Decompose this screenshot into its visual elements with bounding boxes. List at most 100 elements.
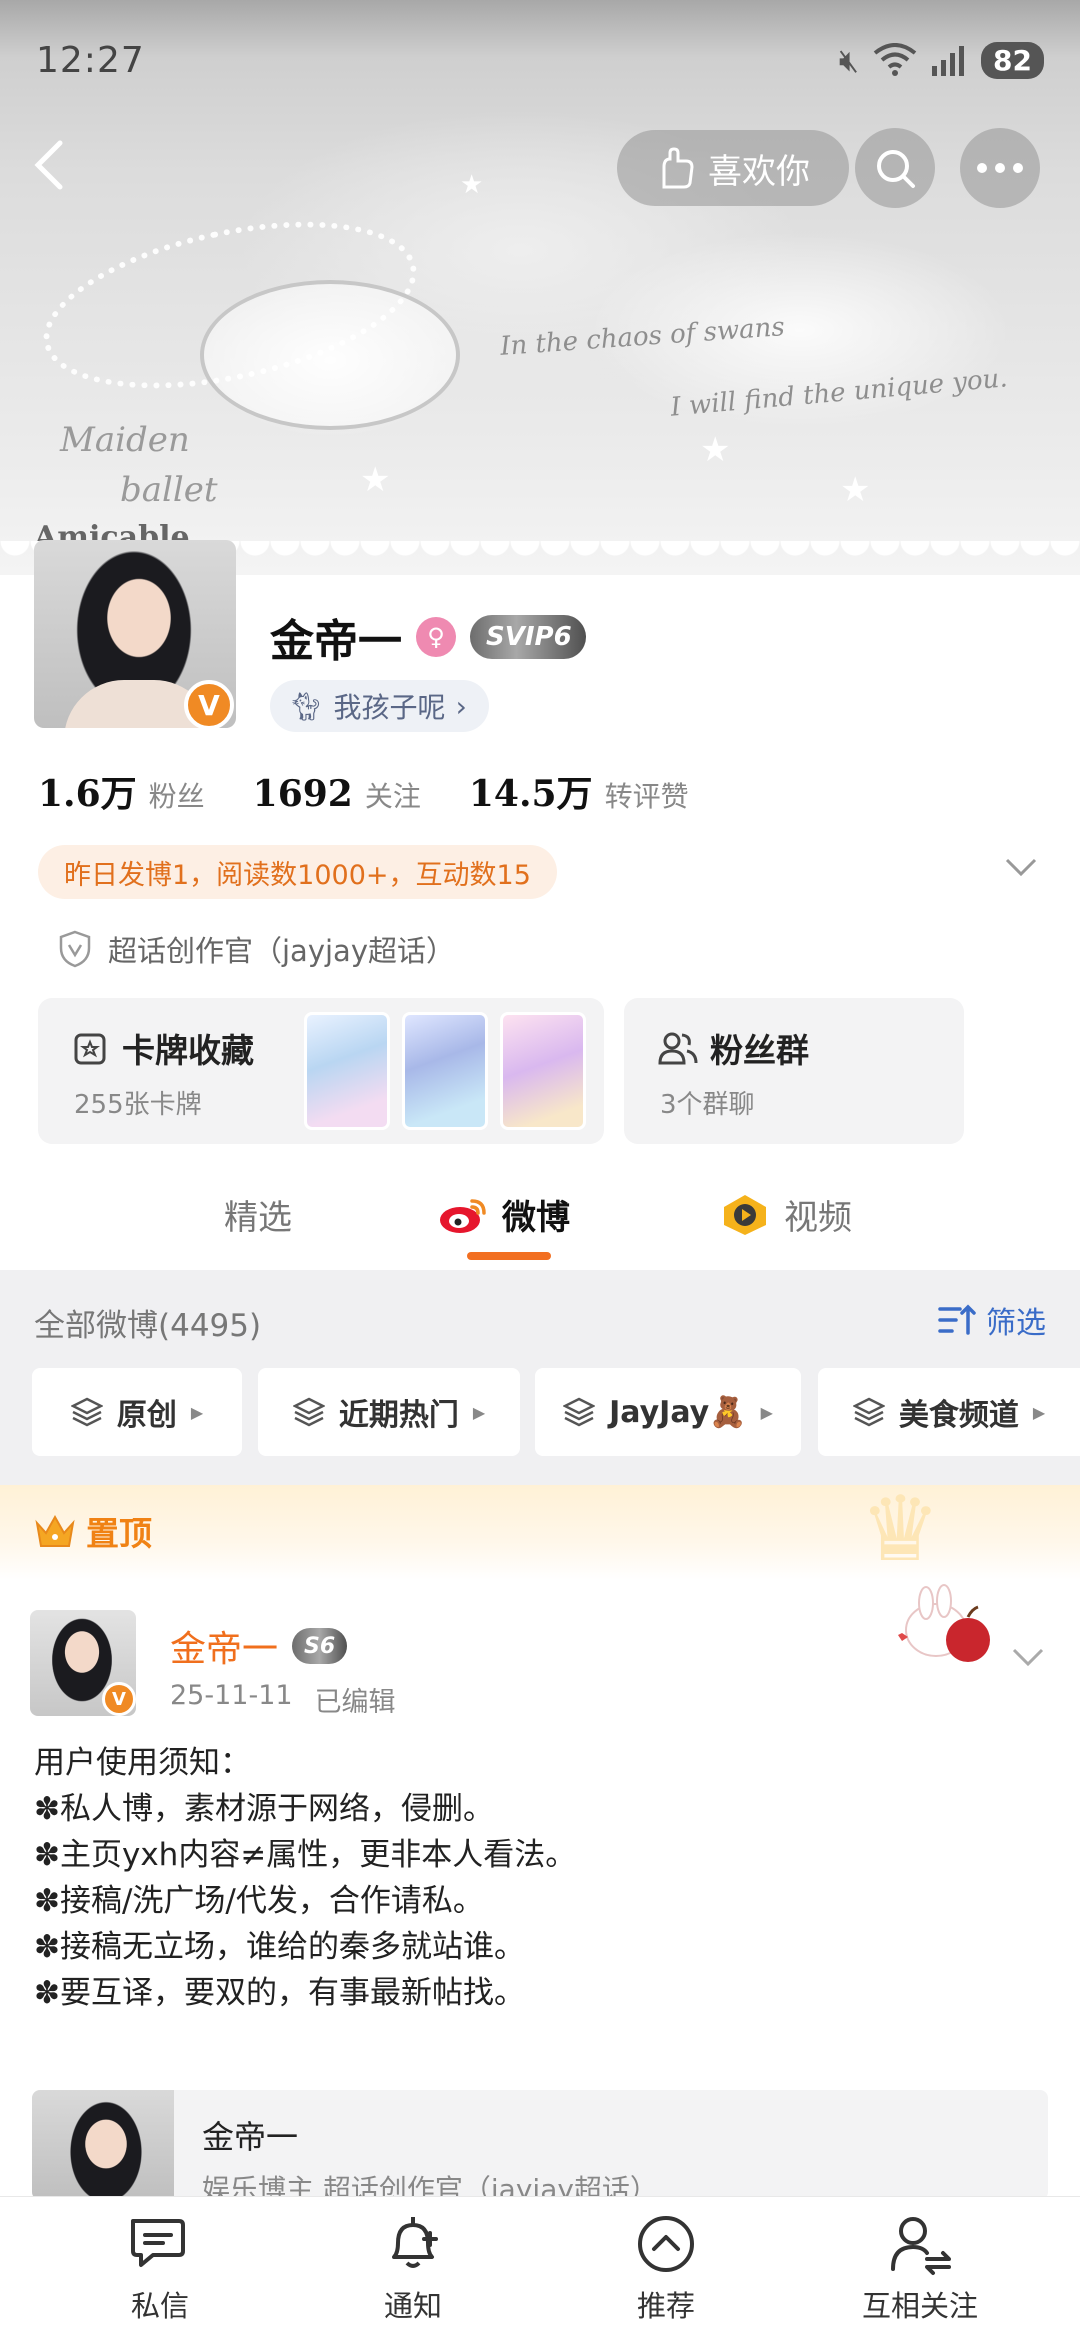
stat-value: 1.6万	[38, 773, 137, 815]
caret-right-icon: ▶	[472, 1402, 486, 1422]
author-card-avatar	[32, 2090, 174, 2200]
post-author-row: 金帝一 S6	[170, 1620, 348, 1672]
stat-followers[interactable]: 1.6万 粉丝	[38, 765, 205, 817]
back-button[interactable]	[28, 135, 88, 195]
verified-v-icon: V	[102, 1682, 136, 1716]
mute-icon: 🔇︎	[838, 40, 860, 79]
tab-featured[interactable]: 精选	[224, 1190, 292, 1239]
bunny-apple-sticker-icon	[898, 1584, 990, 1662]
cat-icon: 🐈︎	[288, 689, 324, 723]
tab-label: 视频	[784, 1198, 852, 1238]
search-icon	[877, 150, 915, 188]
stat-label: 转评赞	[604, 780, 689, 813]
layers-icon	[852, 1397, 885, 1427]
search-button[interactable]	[855, 128, 935, 208]
star-icon: ★	[360, 460, 391, 500]
hand-heart-icon	[662, 147, 694, 189]
caret-right-icon: ▶	[190, 1402, 204, 1422]
post-date: 25-11-11	[170, 1680, 293, 1711]
svip-badge[interactable]: SVIP6	[470, 615, 586, 659]
nav-notifications[interactable]: 通知	[313, 2211, 513, 2325]
pinned-label: 置顶	[86, 1514, 152, 1553]
banner-text-swans: In the chaos of swans	[499, 312, 786, 362]
post-line: ✽主页yxh内容≠属性，更非本人看法。	[34, 1837, 577, 1873]
battery-indicator: 82	[981, 41, 1044, 79]
profile-tabs: 精选 微博 视频	[0, 1170, 1080, 1270]
feed-count: 全部微博(4495)	[34, 1308, 262, 1344]
tab-video[interactable]: 视频	[720, 1190, 852, 1239]
chip-label: 近期热门	[338, 1398, 459, 1433]
female-icon: ♀	[416, 617, 456, 657]
post-author-avatar[interactable]: V	[30, 1610, 136, 1716]
crown-icon	[35, 1514, 75, 1547]
oval-frame-decoration	[200, 280, 460, 430]
stat-following[interactable]: 1692 关注	[253, 773, 421, 815]
author-card[interactable]: 金帝一 娱乐博主 超话创作官（jayjay超话）	[32, 2090, 1048, 2200]
tab-label: 微博	[502, 1198, 570, 1238]
more-button[interactable]	[960, 128, 1040, 208]
chip-food[interactable]: 美食频道 ▶	[818, 1368, 1080, 1456]
post-line: 用户使用须知：	[34, 1745, 251, 1781]
filter-label: 筛选	[986, 1306, 1046, 1341]
stat-value: 1692	[252, 773, 353, 815]
banner-text-maiden: Maiden	[60, 420, 190, 460]
active-tab-indicator	[467, 1252, 551, 1260]
star-icon: ★	[840, 470, 871, 510]
layers-icon	[563, 1397, 596, 1427]
post-meta: 25-11-11 已编辑	[170, 1680, 396, 1719]
chip-label: 美食频道	[898, 1398, 1019, 1433]
level-badge: S6	[292, 1628, 348, 1664]
expand-profile-button[interactable]	[1005, 850, 1037, 885]
chevron-down-icon	[1005, 858, 1037, 877]
profile-tag-chip[interactable]: 🐈︎ 我孩子呢 ›	[270, 680, 489, 732]
status-bar: 12:27 🔇︎ 82	[0, 0, 1080, 120]
star-icon: ★	[460, 170, 484, 200]
post-edited-label: 已编辑	[314, 1687, 396, 1718]
like-label: 喜欢你	[708, 151, 810, 192]
card-thumbnail[interactable]	[304, 1012, 390, 1130]
shield-icon	[59, 930, 91, 968]
tab-label: 精选	[224, 1198, 292, 1238]
stat-interactions[interactable]: 14.5万 转评赞	[469, 765, 689, 817]
stat-value: 14.5万	[468, 773, 593, 815]
profile-stats: 1.6万 粉丝 1692 关注 14.5万 转评赞	[38, 765, 737, 817]
card-thumbnail[interactable]	[500, 1012, 586, 1130]
status-icons: 🔇︎ 82	[839, 41, 1044, 80]
fan-groups-title: 粉丝群	[710, 1031, 809, 1070]
author-card-name: 金帝一	[202, 2118, 299, 2156]
creator-title-row[interactable]: 超话创作官（jayjay超话）	[58, 928, 455, 970]
post-options-button[interactable]	[1012, 1640, 1044, 1675]
nav-mutual-follow[interactable]: 互相关注	[820, 2211, 1020, 2325]
stat-label: 粉丝	[148, 780, 205, 813]
chip-hot[interactable]: 近期热门 ▶	[258, 1368, 520, 1456]
chip-original[interactable]: 原创 ▶	[32, 1368, 242, 1456]
pinned-label-row: 置顶	[34, 1507, 152, 1555]
filter-button[interactable]: 筛选	[938, 1298, 1046, 1342]
video-icon	[724, 1194, 766, 1235]
card-thumbnail[interactable]	[402, 1012, 488, 1130]
card-collection[interactable]: 卡牌收藏 255张卡牌	[38, 998, 604, 1144]
nav-label: 私信	[130, 2289, 189, 2323]
tab-weibo[interactable]: 微博	[438, 1190, 570, 1239]
crown-watermark-icon: ♛	[860, 1477, 941, 1582]
nav-messages[interactable]: 私信	[60, 2211, 260, 2325]
group-icon	[658, 1032, 698, 1065]
profile-avatar[interactable]: V	[34, 540, 244, 730]
chip-jayjay[interactable]: JayJay🧸 ▶	[535, 1368, 801, 1456]
like-button[interactable]: 喜欢你	[617, 130, 849, 206]
fan-groups-card[interactable]: 粉丝群 3个群聊	[624, 998, 964, 1144]
card-collection-icon	[74, 1033, 106, 1065]
status-time: 12:27	[36, 39, 145, 81]
layers-icon	[70, 1397, 103, 1427]
post-author-name[interactable]: 金帝一	[170, 1620, 278, 1672]
chip-label: JayJay🧸	[609, 1394, 747, 1430]
chevron-right-icon: ›	[455, 689, 467, 723]
nav-recommend[interactable]: 推荐	[566, 2211, 766, 2325]
fan-groups-sub: 3个群聊	[660, 1090, 755, 1120]
profile-tag-label: 我孩子呢	[333, 691, 446, 724]
post-line: ✽接稿无立场，谁给的秦多就站谁。	[34, 1929, 525, 1965]
activity-summary[interactable]: 昨日发博1，阅读数1000+，互动数15	[38, 845, 557, 899]
bottom-nav: 私信 通知 推荐 互相关注	[0, 2196, 1080, 2340]
banner-text-unique: I will find the unique you.	[669, 363, 1009, 423]
chevron-left-icon	[34, 140, 63, 190]
